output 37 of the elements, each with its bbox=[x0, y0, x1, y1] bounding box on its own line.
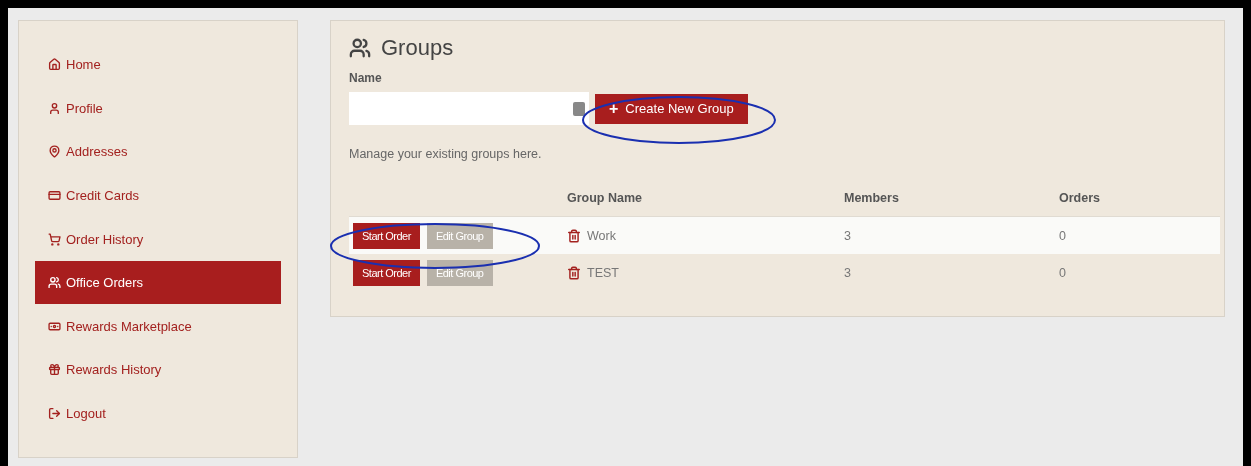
column-header: Orders bbox=[1059, 190, 1101, 205]
field-label: Name bbox=[349, 71, 383, 85]
sidebar-item[interactable]: Order History bbox=[35, 217, 281, 261]
pin-icon bbox=[48, 145, 61, 159]
cart-icon bbox=[48, 232, 61, 246]
logout-icon bbox=[48, 406, 61, 420]
table-cell-text: 0 bbox=[1059, 228, 1067, 243]
users-icon bbox=[349, 37, 371, 59]
table-cell: Work bbox=[587, 228, 616, 243]
trash-icon bbox=[567, 228, 581, 243]
column-header: Group Name bbox=[567, 190, 643, 205]
table-cell-text: 0 bbox=[1059, 265, 1067, 280]
start-order-button[interactable]: Start Order bbox=[353, 222, 420, 249]
gift-icon bbox=[48, 363, 61, 377]
card-icon bbox=[48, 188, 61, 202]
table-cell: TEST bbox=[587, 265, 619, 280]
users-icon bbox=[48, 276, 61, 290]
column-header: Members bbox=[844, 190, 900, 205]
start-order-button[interactable]: Start Order bbox=[353, 259, 420, 286]
sidebar-item[interactable]: Home bbox=[35, 43, 281, 87]
sidebar-item[interactable]: Addresses bbox=[35, 130, 281, 174]
sidebar-item[interactable]: Office Orders bbox=[35, 260, 281, 305]
sidebar-item[interactable]: Profile bbox=[35, 86, 281, 131]
sidebar-item[interactable]: Logout bbox=[35, 391, 281, 436]
sidebar-item[interactable]: Rewards History bbox=[35, 347, 281, 392]
table-cell-text: 3 bbox=[844, 265, 852, 280]
name-field[interactable] bbox=[349, 92, 589, 125]
user-icon bbox=[48, 101, 61, 115]
trash-icon bbox=[567, 265, 581, 280]
sidebar-item[interactable]: Credit Cards bbox=[35, 173, 281, 218]
page-title: Groups bbox=[381, 35, 454, 61]
table-cell-text: 3 bbox=[844, 228, 852, 243]
home-icon bbox=[48, 58, 61, 72]
create-group-button[interactable]: + Create New Group bbox=[595, 93, 748, 124]
sidebar-item[interactable]: Rewards Marketplace bbox=[35, 304, 281, 348]
plus-icon: + bbox=[609, 99, 619, 118]
hint-text: Manage your existing groups here. bbox=[349, 147, 543, 161]
